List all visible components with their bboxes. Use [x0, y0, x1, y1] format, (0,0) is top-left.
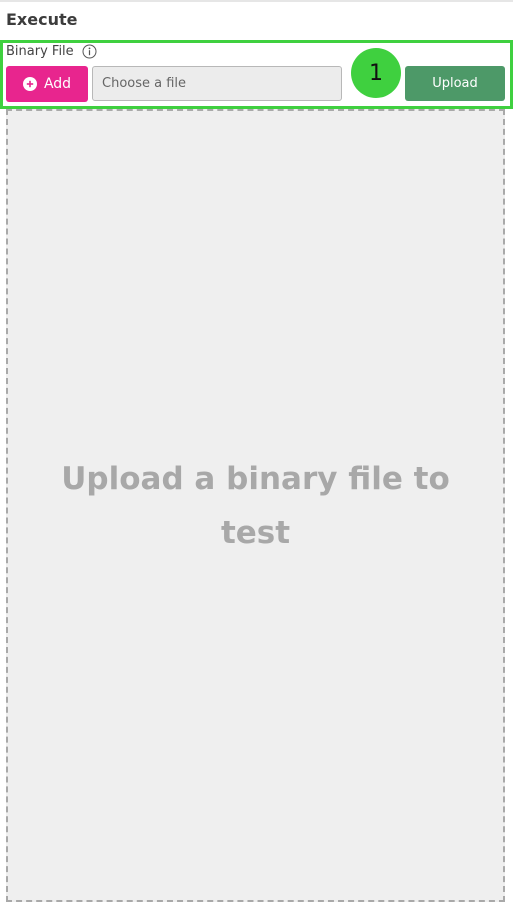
- add-button-label: Add: [43, 76, 72, 92]
- dropzone-message: Upload a binary file to test: [61, 460, 450, 551]
- file-dropzone[interactable]: Upload a binary file to test: [6, 109, 505, 902]
- info-icon[interactable]: [82, 44, 97, 59]
- step-number-badge: 1: [351, 48, 401, 98]
- binary-file-label: Binary File: [6, 44, 74, 59]
- file-chooser-input[interactable]: Choose a file: [92, 66, 342, 101]
- top-divider: [0, 0, 513, 2]
- plus-circle-icon: [22, 77, 37, 91]
- section-title: Execute: [6, 10, 78, 29]
- upload-button[interactable]: Upload: [405, 66, 505, 101]
- add-file-button[interactable]: Add: [6, 66, 88, 102]
- upload-button-label: Upload: [432, 76, 478, 91]
